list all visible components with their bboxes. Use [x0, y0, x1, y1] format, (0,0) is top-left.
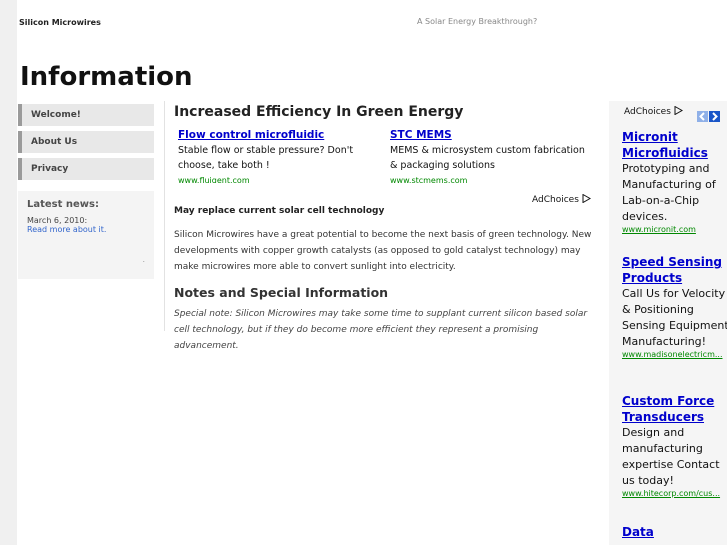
ad-description: MEMS & microsystem custom fabrication & … [390, 145, 585, 171]
left-band [0, 0, 17, 545]
body-paragraph: Silicon Microwires have a great potentia… [174, 230, 592, 272]
sidebar: Welcome! About Us Privacy Latest news: M… [18, 104, 154, 279]
notes-heading: Notes and Special Information [174, 285, 389, 300]
adchoices-label: AdChoices [532, 195, 579, 205]
sidebar-ad: Custom Force Transducers Design and manu… [622, 393, 727, 498]
tagline: A Solar Energy Breakthrough? [417, 17, 538, 26]
chevron-right-icon[interactable] [709, 111, 720, 122]
sidebar-ad-description: Prototyping and Manufacturing of Lab-on-… [622, 162, 716, 223]
sidebar-ad-description: Design and manufacturing expertise Conta… [622, 426, 720, 487]
sidebar-ad-title[interactable]: Custom Force Transducers [622, 393, 727, 425]
sidebar-ad-url[interactable]: www.micronit.com [622, 225, 727, 234]
ad-url-link[interactable]: www.fluigent.com [178, 173, 383, 183]
sidebar-ad-url[interactable]: www.madisonelectricm... [622, 350, 727, 359]
sidebar-item-privacy[interactable]: Privacy [18, 158, 154, 180]
news-dot: . [142, 255, 145, 264]
inline-ad-block: Flow control microfluidic Stable flow or… [174, 128, 605, 210]
news-box: Latest news: March 6, 2010: Read more ab… [18, 191, 154, 279]
ad-description: Stable flow or stable pressure? Don't ch… [178, 145, 354, 171]
sidebar-ad: Micronit Microfluidics Prototyping and M… [622, 129, 727, 234]
sidebar-item-about-us[interactable]: About Us [18, 131, 154, 153]
news-read-more-link[interactable]: Read more about it. [27, 225, 145, 234]
main-heading: Increased Efficiency In Green Energy [174, 104, 464, 120]
sidebar-item-welcome[interactable]: Welcome! [18, 104, 154, 126]
sidebar-ad-title[interactable]: Speed Sensing Products [622, 254, 727, 286]
adchoices-icon [582, 193, 591, 204]
inline-ad: Flow control microfluidic Stable flow or… [178, 128, 383, 183]
sidebar-ad-url[interactable]: www.hitecorp.com/cus... [622, 489, 727, 498]
ad-title-link[interactable]: STC MEMS [390, 128, 595, 143]
adchoices-icon [674, 105, 683, 116]
adchoices-top[interactable]: AdChoices [624, 105, 683, 117]
news-title: Latest news: [27, 199, 99, 210]
special-note: Special note: Silicon Microwires may tak… [174, 309, 588, 351]
sidebar-ad-title[interactable]: Data [622, 524, 727, 540]
ad-url-link[interactable]: www.stcmems.com [390, 173, 595, 183]
sidebar-ad-description: Call Us for Velocity & Positioning Sensi… [622, 287, 727, 348]
right-ad-column: AdChoices Micronit Microfluidics Prototy… [609, 101, 727, 545]
sidebar-ad: Speed Sensing Products Call Us for Veloc… [622, 254, 727, 359]
inline-ad: STC MEMS MEMS & microsystem custom fabri… [390, 128, 595, 183]
ad-nav-arrows [697, 107, 720, 126]
chevron-left-icon[interactable] [697, 111, 708, 122]
site-name[interactable]: Silicon Microwires [19, 18, 101, 27]
main-content: Increased Efficiency In Green Energy Flo… [164, 101, 605, 351]
sidebar-ad-title[interactable]: Micronit Microfluidics [622, 129, 727, 161]
ad-title-link[interactable]: Flow control microfluidic [178, 128, 383, 143]
sidebar-ad: Data [622, 524, 727, 540]
page-title: Information [20, 62, 193, 92]
adchoices-inline[interactable]: AdChoices [532, 193, 591, 205]
news-date: March 6, 2010: [27, 216, 88, 225]
adchoices-label: AdChoices [624, 107, 671, 117]
